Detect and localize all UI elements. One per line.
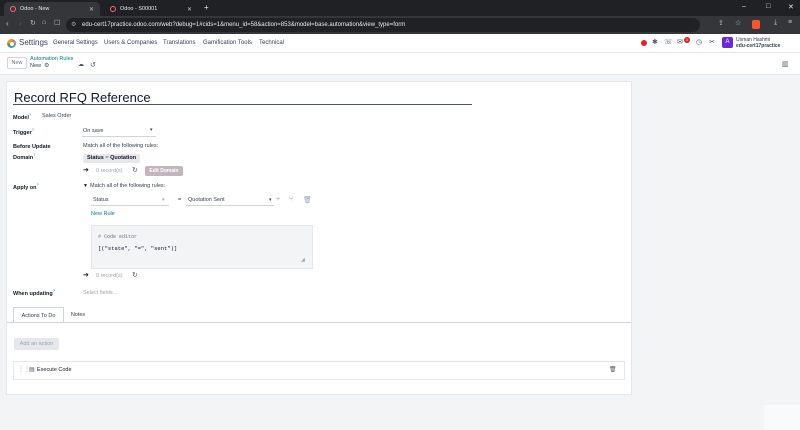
code-text: [("state", "=", "sent")] (98, 245, 178, 252)
menu-technical[interactable]: Technical (259, 40, 284, 46)
caret-down-icon[interactable]: ▼ (83, 183, 88, 189)
arrow-right-icon: ➔ (83, 167, 89, 174)
trigger-select[interactable]: On save (83, 128, 103, 134)
back-icon[interactable]: ‹ (6, 19, 9, 28)
menu-gamification-tools[interactable]: Gamification Tools (203, 40, 252, 46)
db-name: edu-cert17practice (736, 43, 781, 49)
attachment-icon[interactable]: ▥ (782, 60, 789, 68)
before-update-label: Before Update Domain? (13, 144, 51, 161)
record-title[interactable]: Record RFQ Reference (14, 90, 151, 105)
when-updating-label: When updating? (13, 288, 55, 297)
refresh-icon[interactable]: ↻ (132, 271, 138, 279)
records-count[interactable]: 0 record(s) (96, 168, 123, 174)
apply-on-label: Apply on? (13, 182, 39, 191)
bookmark-star-icon[interactable]: ☆ (735, 19, 741, 27)
url-field[interactable]: ⚙ edu-cert17practice.odoo.com/web?debug=… (66, 18, 700, 32)
browser-tab-title: Odoo - New (20, 6, 50, 12)
when-updating-input[interactable]: Select fields... (83, 290, 117, 296)
odoo-favicon-icon (10, 6, 16, 12)
bookmark-icon[interactable]: ☐ (54, 19, 60, 27)
add-rule-icon[interactable]: + (276, 196, 280, 203)
model-value: Sales Order (42, 113, 72, 119)
scrollbar[interactable] (764, 405, 800, 430)
close-window-button[interactable]: ✕ (788, 3, 794, 11)
branch-icon[interactable]: ⑂ (289, 196, 293, 203)
chat-badge: 1 (684, 37, 690, 43)
menu-icon[interactable]: ≡ (788, 19, 792, 26)
arrow-right-icon: ➔ (83, 272, 89, 279)
new-rule-link[interactable]: New Rule (91, 211, 115, 217)
close-tab-icon[interactable]: ✕ (89, 6, 94, 13)
trash-icon[interactable]: 🗑 (609, 366, 617, 373)
menu-translations[interactable]: Translations (163, 40, 195, 46)
tab-actions-to-do[interactable]: Actions To Do (13, 307, 64, 323)
reload-icon[interactable]: ↻ (30, 19, 36, 27)
browser-tab-active[interactable]: Odoo - New ✕ (4, 2, 100, 16)
brave-shield-icon[interactable] (752, 20, 760, 29)
records-count[interactable]: 0 record(s) (96, 273, 123, 279)
action-name: Execute Code (37, 367, 72, 373)
maximize-button[interactable]: □ (766, 3, 770, 10)
chevron-down-icon[interactable]: ▾ (150, 127, 153, 133)
model-label: Model? (13, 112, 32, 121)
tab-notes[interactable]: Notes (65, 307, 91, 323)
domain-chip[interactable]: Status = Quotation (83, 154, 141, 163)
close-tab-icon[interactable]: ✕ (187, 6, 192, 13)
avatar[interactable]: A (722, 37, 733, 48)
control-panel (0, 53, 800, 75)
breadcrumb-current: New (30, 63, 42, 69)
discard-icon[interactable]: ↺ (90, 61, 96, 69)
user-info[interactable]: Usman Hashmi edu-cert17practice (736, 37, 780, 49)
chat-icon[interactable]: ✉ (677, 38, 683, 46)
home-icon[interactable]: ⌂ (42, 19, 46, 26)
menu-users-companies[interactable]: Users & Companies (104, 40, 157, 46)
refresh-icon[interactable]: ↻ (132, 166, 138, 174)
rule-field-select[interactable]: Status (93, 197, 109, 203)
trash-icon[interactable]: 🗑 (303, 196, 312, 204)
menu-general-settings[interactable]: General Settings (53, 40, 98, 46)
code-comment: # Code editor (98, 234, 138, 240)
rule-field-underline (91, 205, 169, 206)
rule-value-underline (186, 205, 274, 206)
list-item[interactable] (13, 361, 625, 380)
share-icon[interactable]: ⇪ (718, 19, 724, 27)
trigger-underline (82, 136, 156, 137)
browser-tab[interactable]: Odoo - S00001 ✕ (104, 2, 198, 16)
clock-icon[interactable]: ◷ (696, 38, 702, 46)
record-status-icon[interactable] (641, 40, 647, 46)
file-code-icon: ▤ (29, 367, 35, 373)
browser-tab-title: Odoo - S00001 (120, 6, 158, 12)
apply-match-text: Match all of the following rules: (90, 183, 166, 189)
forward-icon[interactable]: › (19, 19, 22, 28)
settings-logo-icon[interactable] (7, 39, 16, 48)
phone-icon[interactable]: ☏ (664, 38, 673, 46)
tools-icon[interactable]: ✂ (709, 38, 715, 46)
tabs-divider (7, 322, 631, 323)
edit-domain-button[interactable]: Edit Domain (145, 166, 183, 176)
gear-icon[interactable]: ⚙ (44, 62, 49, 69)
app-name[interactable]: Settings (19, 38, 48, 47)
breadcrumb[interactable]: Automation Rules (30, 56, 73, 62)
chevron-down-icon[interactable]: ▾ (269, 197, 272, 203)
before-match-text: Match all of the following rules: (83, 143, 159, 149)
new-tab-button[interactable]: + (204, 3, 209, 12)
add-action-button[interactable]: Add an action (14, 338, 59, 350)
odoo-favicon-icon (110, 6, 116, 12)
download-icon[interactable]: ⤓ (774, 19, 777, 27)
bug-icon[interactable]: ✱ (652, 38, 658, 46)
save-cloud-icon[interactable]: ☁ (78, 61, 84, 68)
resize-handle-icon[interactable]: ◢ (301, 257, 305, 263)
rule-operator[interactable]: = (178, 197, 181, 203)
title-underline (13, 104, 472, 105)
url-text: edu-cert17practice.odoo.com/web?debug=1#… (82, 22, 406, 28)
chevron-down-icon[interactable]: ▾ (162, 197, 165, 203)
new-button[interactable]: New (7, 57, 27, 69)
site-info-icon[interactable]: ⚙ (71, 18, 76, 32)
rule-value-select[interactable]: Quotation Sent (188, 197, 225, 203)
trigger-label: Trigger? (13, 127, 34, 136)
minimize-button[interactable]: – (742, 3, 746, 10)
